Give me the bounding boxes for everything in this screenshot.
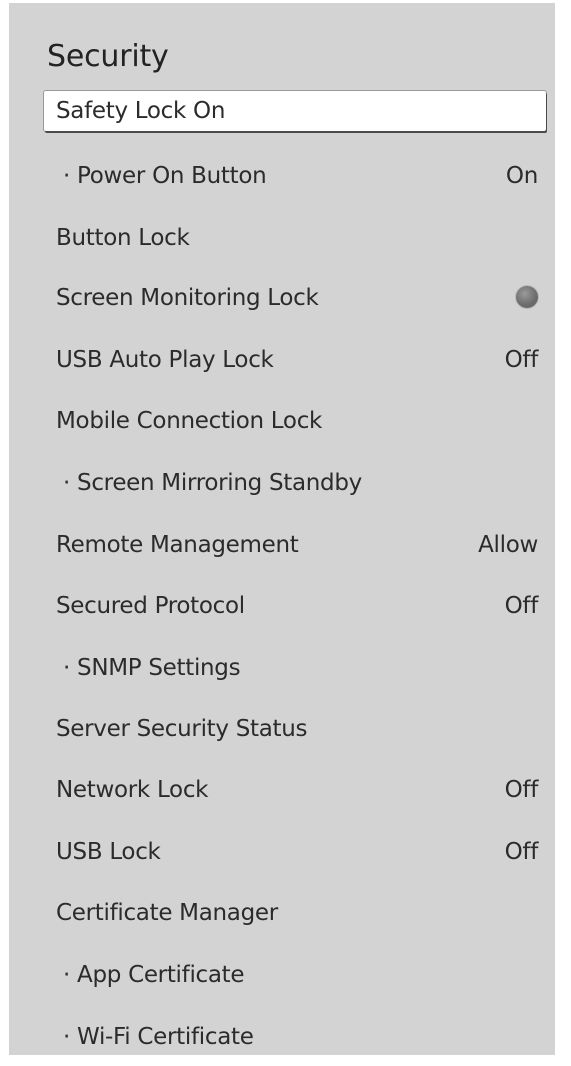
menu-item-remote-management[interactable]: Remote Management Allow (9, 524, 555, 566)
security-menu-panel: Security Safety Lock On · Power On Butto… (9, 3, 555, 1055)
menu-item-button-lock[interactable]: Button Lock (9, 217, 555, 259)
menu-item-label: · SNMP Settings (63, 655, 241, 681)
menu-item-value: On (505, 163, 538, 189)
menu-item-value: Off (504, 839, 539, 865)
menu-item-label: · Screen Mirroring Standby (63, 470, 362, 496)
menu-item-value: Allow (478, 532, 538, 558)
menu-item-secured-protocol[interactable]: Secured Protocol Off (9, 585, 555, 627)
menu-item-label: Screen Monitoring Lock (56, 285, 319, 311)
toggle-off-icon[interactable] (516, 286, 538, 308)
menu-item-label: Certificate Manager (56, 900, 278, 926)
menu-item-value: Off (504, 593, 539, 619)
menu-item-label: USB Auto Play Lock (56, 347, 274, 373)
menu-item-label: · Power On Button (63, 163, 267, 189)
menu-item-power-on-button[interactable]: · Power On Button On (9, 155, 555, 197)
menu-item-label: Button Lock (56, 225, 190, 251)
menu-item-usb-auto-play-lock[interactable]: USB Auto Play Lock Off (9, 339, 555, 381)
menu-item-screen-monitoring-lock[interactable]: Screen Monitoring Lock (9, 277, 555, 319)
menu-item-value: Off (504, 347, 539, 373)
menu-item-label: Secured Protocol (56, 593, 245, 619)
menu-item-mobile-connection-lock[interactable]: Mobile Connection Lock (9, 400, 555, 442)
menu-item-wifi-certificate[interactable]: · Wi-Fi Certificate (9, 1016, 555, 1058)
menu-item-label: Remote Management (56, 532, 299, 558)
menu-item-safety-lock-on[interactable]: Safety Lock On (44, 91, 546, 131)
menu-item-label: · Wi-Fi Certificate (63, 1024, 254, 1050)
menu-item-label: Safety Lock On (56, 98, 226, 124)
menu-item-value: Off (504, 777, 539, 803)
menu-item-label: · App Certificate (63, 962, 245, 988)
menu-item-label: USB Lock (56, 839, 161, 865)
menu-item-server-security-status[interactable]: Server Security Status (9, 708, 555, 750)
menu-item-snmp-settings[interactable]: · SNMP Settings (9, 647, 555, 689)
menu-item-certificate-manager[interactable]: Certificate Manager (9, 892, 555, 934)
menu-item-label: Mobile Connection Lock (56, 408, 323, 434)
menu-item-network-lock[interactable]: Network Lock Off (9, 769, 555, 811)
menu-list: Safety Lock On · Power On Button On Butt… (9, 3, 555, 1055)
menu-item-label: Network Lock (56, 777, 209, 803)
menu-item-label: Server Security Status (56, 716, 308, 742)
menu-item-usb-lock[interactable]: USB Lock Off (9, 831, 555, 873)
menu-item-screen-mirroring-standby[interactable]: · Screen Mirroring Standby (9, 462, 555, 504)
menu-item-app-certificate[interactable]: · App Certificate (9, 954, 555, 996)
